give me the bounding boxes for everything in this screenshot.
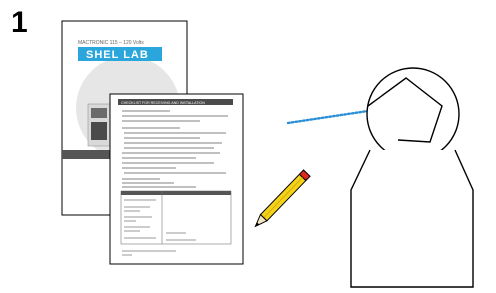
checklist-table xyxy=(120,190,232,245)
manual-product-photo xyxy=(87,103,111,147)
person-body xyxy=(350,149,474,288)
checklist-sheet-icon: CHECKLIST FOR RECEIVING AND INSTALLATION xyxy=(109,93,244,265)
gaze-dotted-line xyxy=(286,109,370,125)
person-head xyxy=(366,67,460,161)
pencil-icon xyxy=(254,169,311,228)
person-reading-icon xyxy=(350,67,474,288)
instruction-illustration: MACTRONIC 115 – 120 Volts SHEL LAB CHECK… xyxy=(61,20,474,288)
manual-brand-text: SHEL LAB xyxy=(86,49,149,61)
manual-model-text: MACTRONIC 115 – 120 Volts xyxy=(78,40,144,46)
checklist-header-text: CHECKLIST FOR RECEIVING AND INSTALLATION xyxy=(121,101,205,105)
illustration-stage: 1 MACTRONIC 115 – 120 Volts SHEL LAB CHE… xyxy=(0,0,496,293)
